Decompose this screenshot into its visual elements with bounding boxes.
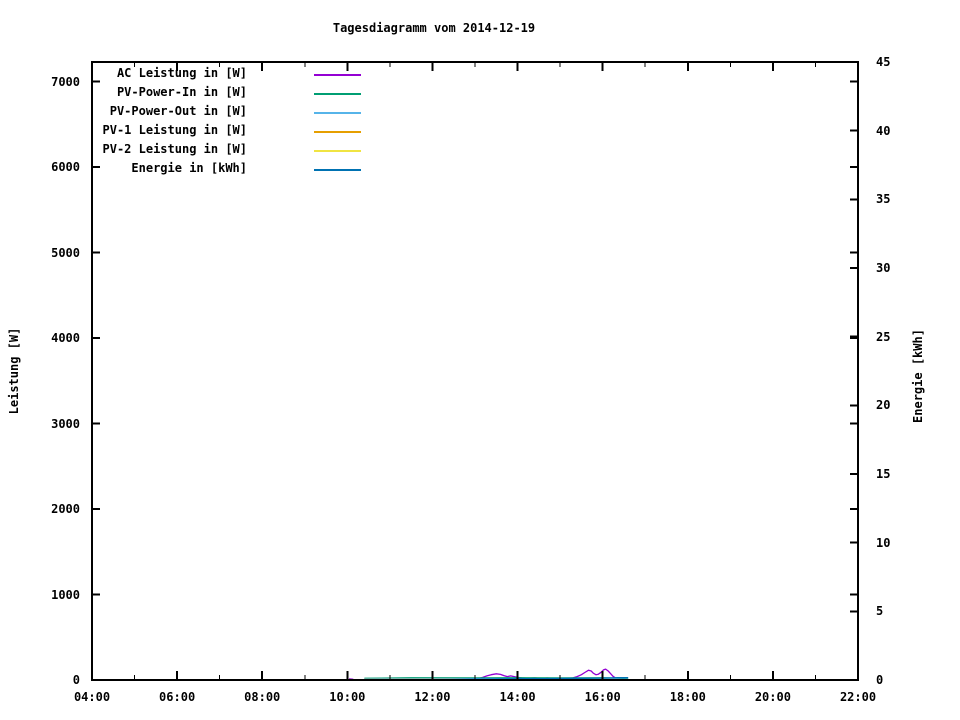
x-tick-label: 10:00 [329, 690, 366, 704]
legend-item-label: PV-Power-In in [W] [116, 85, 247, 99]
y-tick-label: 2000 [51, 502, 80, 517]
y2-tick-label: 5 [876, 604, 884, 619]
x-tick-label: 04:00 [73, 690, 111, 704]
legend-item-label: PV-1 Leistung in [W] [102, 123, 248, 137]
legend-item-label: Energie in [kWh] [131, 161, 247, 175]
y2-tick-label: 35 [876, 192, 891, 207]
x-tick-label: 06:00 [159, 690, 196, 704]
y-tick-label: 3000 [51, 416, 80, 431]
x-tick-label: 22:00 [839, 690, 877, 704]
y2-tick-label: 30 [876, 261, 891, 275]
x-tick-label: 18:00 [669, 690, 706, 704]
y2-tick-label: 45 [876, 55, 891, 69]
y2-tick-label: 10 [876, 535, 891, 550]
y-tick-label: 1000 [51, 587, 80, 602]
y-tick-label: 5000 [51, 245, 80, 260]
y2-tick-label: 15 [876, 467, 891, 481]
y2-tick-label: 0 [876, 673, 884, 687]
x-tick-label: 16:00 [584, 690, 621, 704]
legend-item-label: PV-2 Leistung in [W] [102, 142, 248, 156]
tagesdiagramm-chart: Tagesdiagramm vom 2014-12-19 Leistung [W… [0, 0, 960, 720]
y2-tick-label: 25 [876, 329, 891, 344]
y2-tick-label: 40 [876, 123, 891, 138]
x-tick-label: 14:00 [499, 690, 536, 704]
y2-tick-label: 20 [876, 398, 891, 413]
y-tick-label: 0 [72, 673, 80, 687]
x-tick-label: 08:00 [244, 690, 281, 704]
legend-item-label: PV-Power-Out in [W] [109, 104, 247, 118]
x-tick-label: 12:00 [414, 690, 451, 704]
legend-item-label: AC Leistung in [W] [116, 66, 247, 80]
x-tick-label: 20:00 [754, 690, 791, 704]
y-tick-label: 4000 [51, 331, 80, 346]
